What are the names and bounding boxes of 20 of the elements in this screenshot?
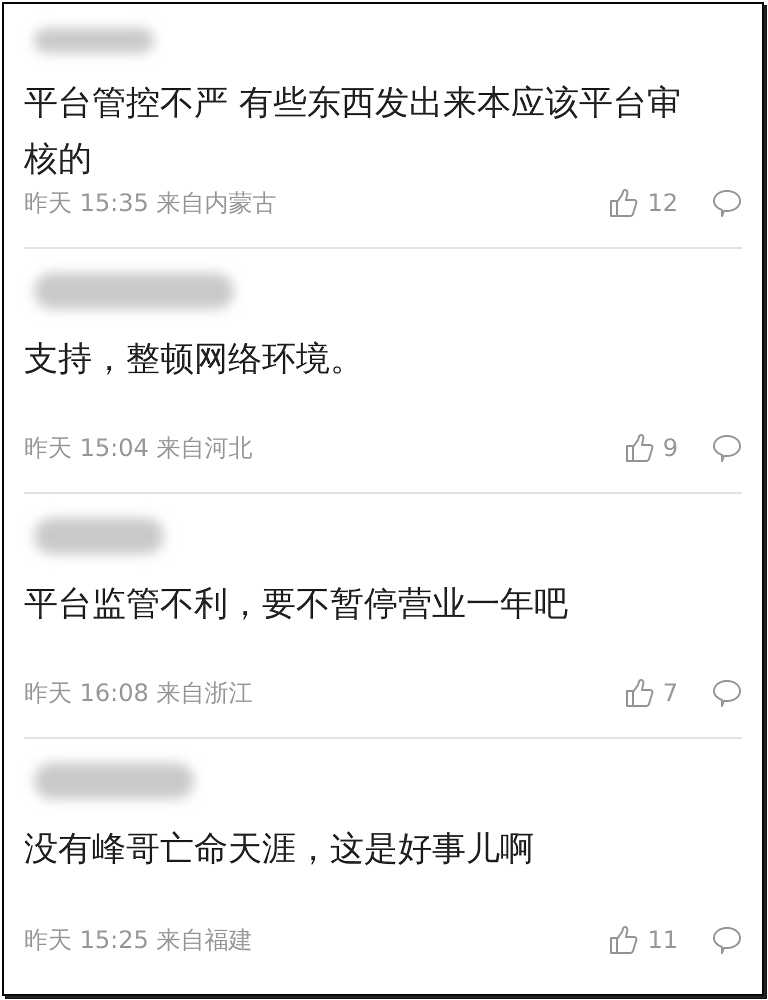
comment-meta: 昨天 15:04 来自河北 <box>24 433 254 464</box>
comment-text: 没有峰哥亡命天涯，这是好事儿啊 <box>24 828 535 871</box>
comment-text: 平台管控不严 有些东西发出来本应该平台审核的 <box>24 82 682 181</box>
thumbs-up-icon[interactable] <box>624 433 655 463</box>
like-count: 11 <box>647 926 678 954</box>
comment-meta: 昨天 15:35 来自内蒙古 <box>24 188 278 219</box>
comment-icon[interactable] <box>712 188 742 218</box>
like-count: 9 <box>662 434 678 462</box>
comment-meta: 昨天 15:25 来自福建 <box>24 925 254 956</box>
thumbs-up-icon[interactable] <box>609 925 640 955</box>
comment-text: 支持，整顿网络环境。 <box>24 338 365 381</box>
comment-icon[interactable] <box>712 925 742 955</box>
comment-meta: 昨天 16:08 来自浙江 <box>24 678 254 709</box>
comment-icon[interactable] <box>712 433 742 463</box>
comment-text: 平台监管不利，要不暂停营业一年吧 <box>24 583 569 626</box>
like-count: 12 <box>647 189 678 217</box>
thumbs-up-icon[interactable] <box>624 678 655 708</box>
comment-icon[interactable] <box>712 678 742 708</box>
thumbs-up-icon[interactable] <box>609 188 640 218</box>
like-count: 7 <box>662 679 678 707</box>
